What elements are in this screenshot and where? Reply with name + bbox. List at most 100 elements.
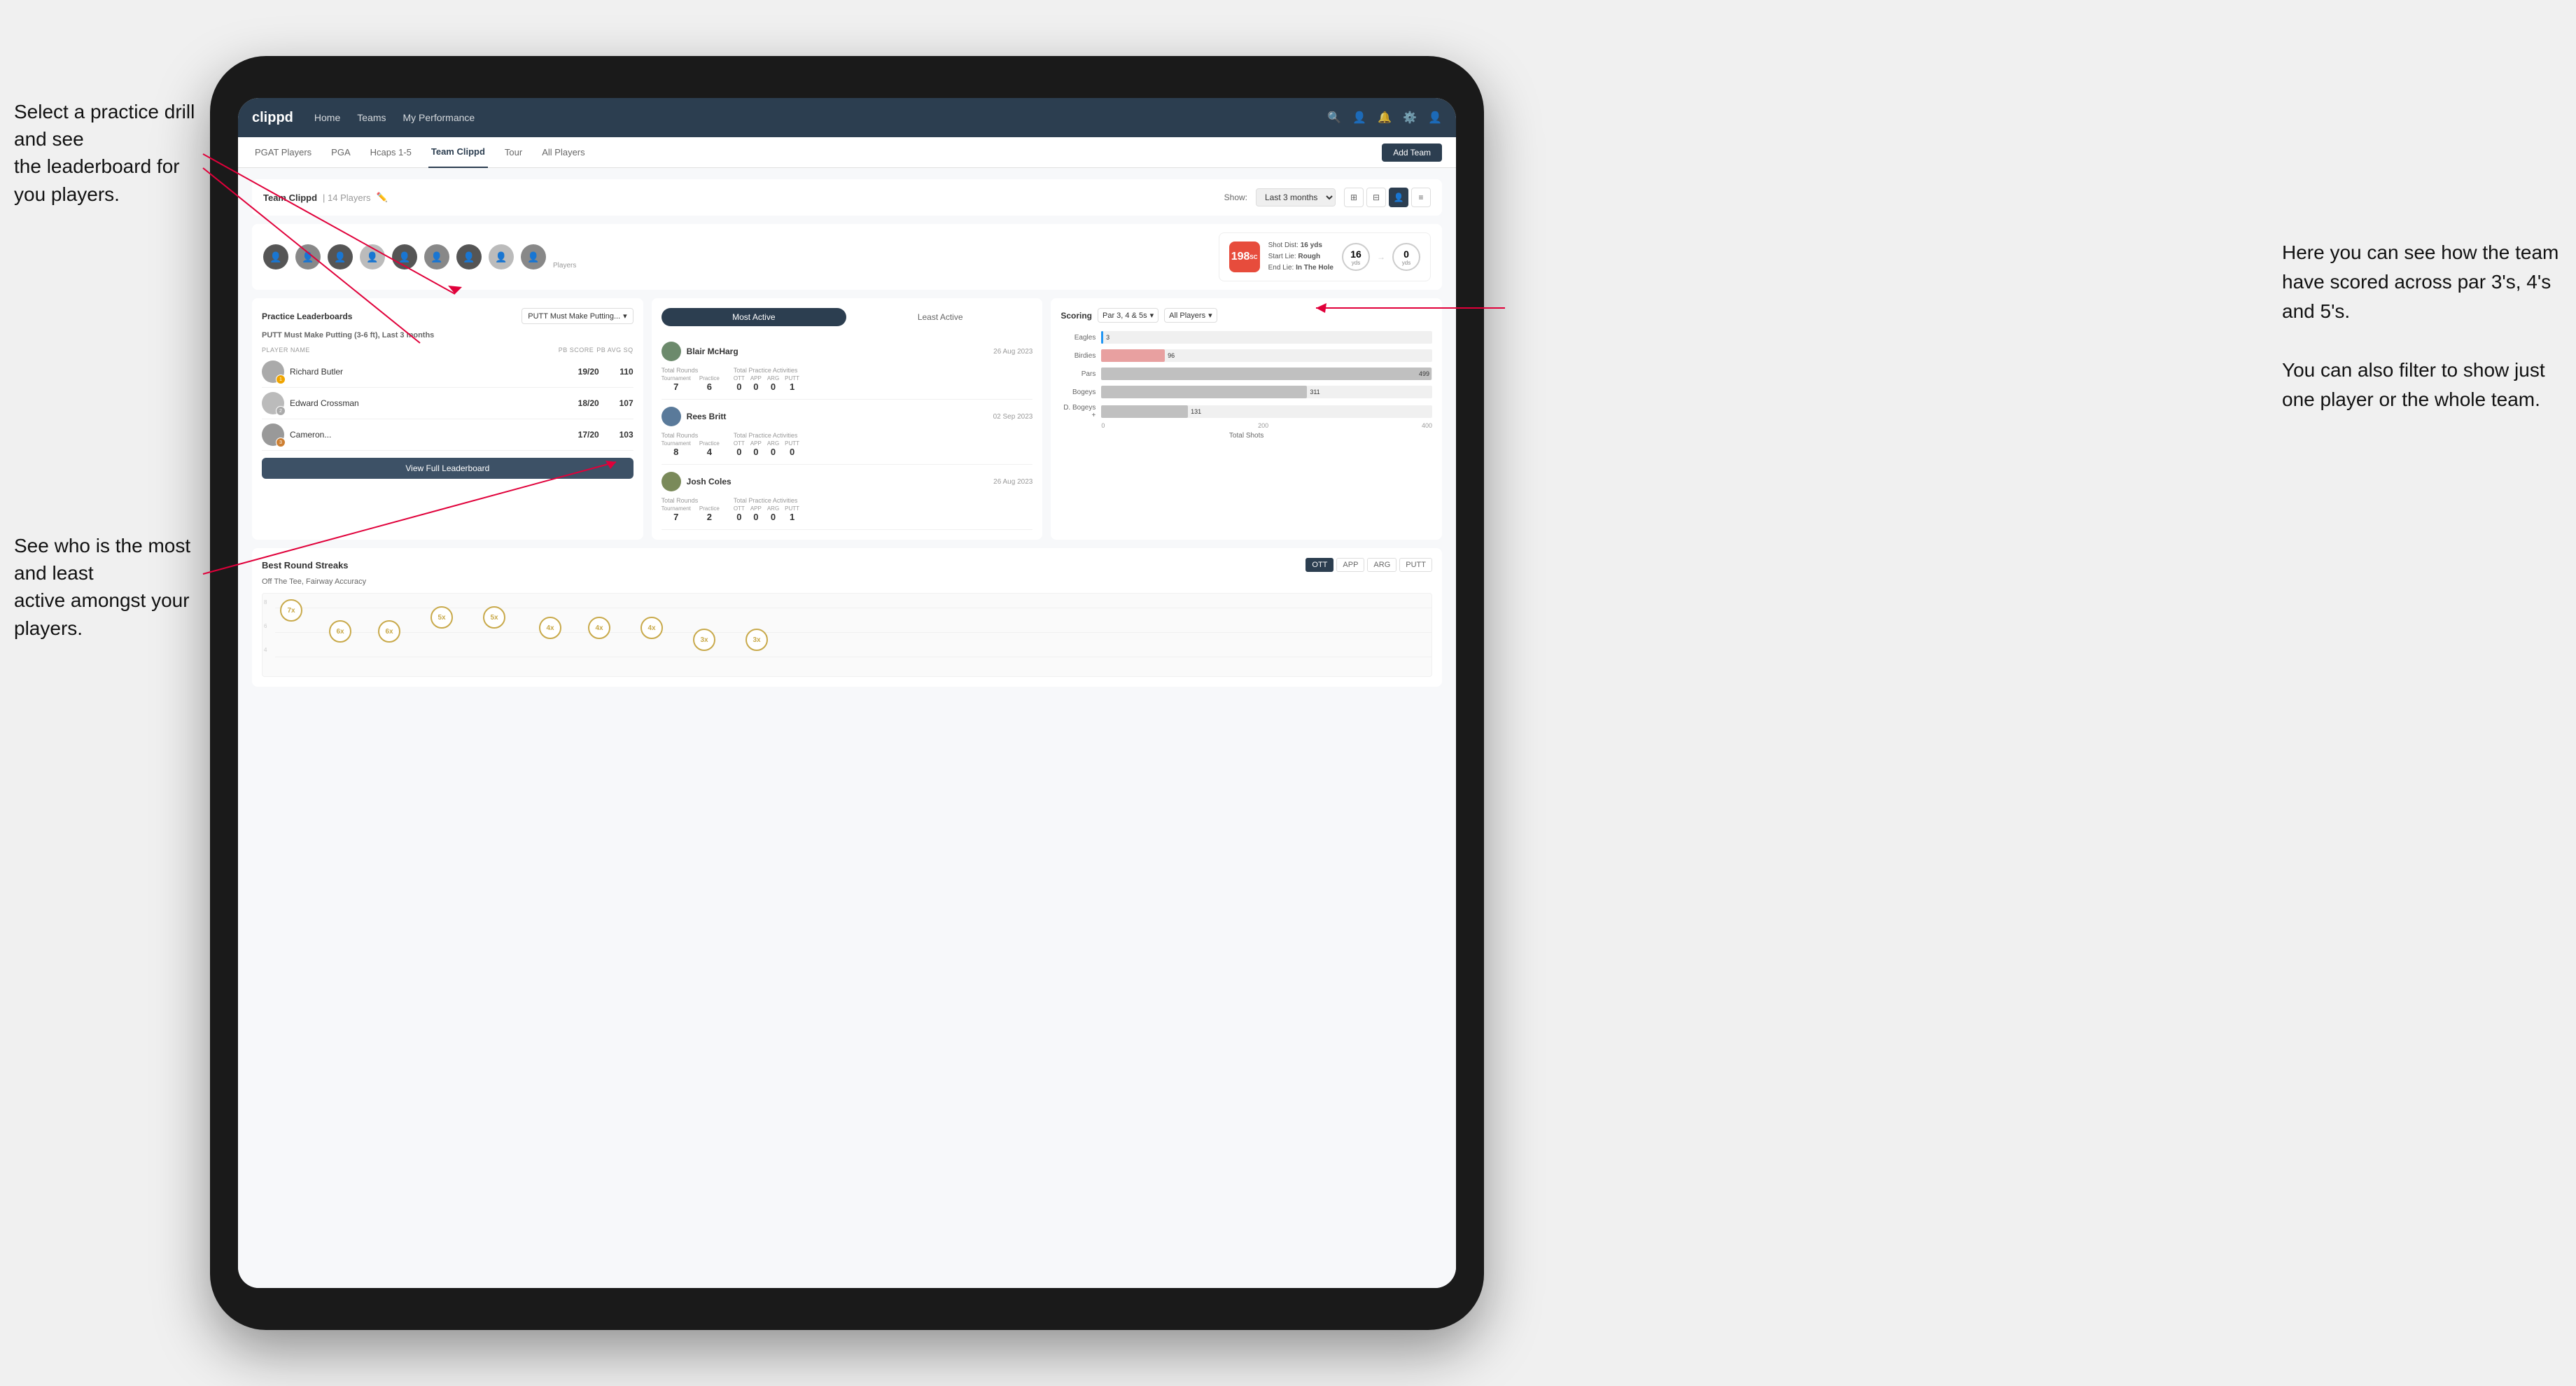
activity-avatar-3[interactable] xyxy=(662,472,681,491)
gridline-2 xyxy=(275,632,1432,633)
player-1-avatar[interactable]: 1 xyxy=(262,360,284,383)
total-practice-group: Total Practice Activities OTT 0 APP 0 xyxy=(734,367,799,392)
sub-nav-tour[interactable]: Tour xyxy=(502,137,525,168)
player-2-avatar[interactable]: 2 xyxy=(262,392,284,414)
view-full-leaderboard-button[interactable]: View Full Leaderboard xyxy=(262,458,634,479)
streak-node-9[interactable]: 3x xyxy=(693,629,715,651)
rank-badge-1: 1 xyxy=(276,374,286,384)
bar-dbogeys-value: 131 xyxy=(1191,408,1201,415)
player-avatar-8[interactable]: 👤 xyxy=(489,244,514,270)
add-team-button[interactable]: Add Team xyxy=(1382,144,1442,162)
activity-player-1: Blair McHarg 26 Aug 2023 Total Rounds To… xyxy=(662,335,1033,400)
arg-col-2: ARG 0 xyxy=(767,440,779,457)
nav-my-performance[interactable]: My Performance xyxy=(402,112,475,123)
player-avatar-7[interactable]: 👤 xyxy=(456,244,482,270)
streaks-filters: OTT APP ARG PUTT xyxy=(1306,558,1432,572)
player-count: | 14 Players xyxy=(323,192,370,203)
streaks-header: Best Round Streaks OTT APP ARG PUTT xyxy=(262,558,1432,572)
filter-app[interactable]: APP xyxy=(1336,558,1364,572)
shot-circles: 16 yds → 0 yds xyxy=(1342,243,1420,271)
edit-icon[interactable]: ✏️ xyxy=(376,192,387,203)
activity-avatar-2[interactable] xyxy=(662,407,681,426)
profile-icon[interactable]: 👤 xyxy=(1428,111,1442,125)
sub-nav-pgat[interactable]: PGAT Players xyxy=(252,137,314,168)
nav-teams[interactable]: Teams xyxy=(357,112,386,123)
annotation-right-bottom: You can also filter to show just one pla… xyxy=(2282,356,2562,414)
total-rounds-group-2: Total Rounds Tournament 8 Practice 4 xyxy=(662,432,720,457)
player-avatar-2[interactable]: 👤 xyxy=(295,244,321,270)
bar-dbogeys-track: 131 xyxy=(1101,405,1432,418)
annotation-right: Here you can see how the team have score… xyxy=(2282,238,2562,414)
streak-node-6[interactable]: 4x xyxy=(539,617,561,639)
sub-nav-hcaps[interactable]: Hcaps 1-5 xyxy=(368,137,414,168)
search-icon[interactable]: 🔍 xyxy=(1327,111,1341,125)
streak-node-4[interactable]: 5x xyxy=(430,606,453,629)
filter-ott[interactable]: OTT xyxy=(1306,558,1334,572)
players-filter-btn[interactable]: All Players ▾ xyxy=(1164,308,1217,323)
nav-home[interactable]: Home xyxy=(314,112,340,123)
player-avatar-9[interactable]: 👤 xyxy=(521,244,546,270)
show-select[interactable]: Last 3 months xyxy=(1256,188,1336,206)
sub-nav-team-clippd[interactable]: Team Clippd xyxy=(428,137,488,168)
bar-bogeys: Bogeys 311 xyxy=(1060,386,1432,398)
par-filter-btn[interactable]: Par 3, 4 & 5s ▾ xyxy=(1098,308,1158,323)
view-person-btn[interactable]: 👤 xyxy=(1389,188,1408,207)
total-rounds-label-2: Total Rounds xyxy=(662,432,720,439)
app-col-2: APP 0 xyxy=(750,440,762,457)
view-table-btn[interactable]: ⊟ xyxy=(1366,188,1386,207)
chart-x-axis: 0 200 400 xyxy=(1101,422,1432,429)
player-avatar-4[interactable]: 👤 xyxy=(360,244,385,270)
player-col-2: 👤 xyxy=(295,244,321,270)
bar-eagles-value: 3 xyxy=(1106,334,1110,341)
player-avatar-5[interactable]: 👤 xyxy=(392,244,417,270)
activity-player-2-header: Rees Britt 02 Sep 2023 xyxy=(662,407,1033,426)
total-rounds-group-3: Total Rounds Tournament 7 Practice 2 xyxy=(662,497,720,522)
bell-icon[interactable]: 🔔 xyxy=(1378,111,1392,125)
players-row: 👤 👤 👤 👤 👤 👤 xyxy=(252,224,1442,290)
tab-most-active[interactable]: Most Active xyxy=(662,308,846,326)
streaks-subtitle: Off The Tee, Fairway Accuracy xyxy=(262,578,1432,586)
streak-node-3[interactable]: 6x xyxy=(378,620,400,643)
activity-name-1: Blair McHarg xyxy=(687,346,988,356)
tab-least-active[interactable]: Least Active xyxy=(848,308,1032,326)
bar-birdies-fill xyxy=(1101,349,1165,362)
practice-col-2: Practice 4 xyxy=(699,440,720,457)
filter-arg[interactable]: ARG xyxy=(1367,558,1396,572)
drill-dropdown[interactable]: PUTT Must Make Putting... ▾ xyxy=(522,308,633,324)
streak-node-10[interactable]: 3x xyxy=(746,629,768,651)
streak-node-1[interactable]: 7x xyxy=(280,599,302,622)
sub-nav-pga[interactable]: PGA xyxy=(328,137,353,168)
streaks-card: Best Round Streaks OTT APP ARG PUTT Off … xyxy=(252,548,1442,687)
view-grid-btn[interactable]: ⊞ xyxy=(1344,188,1364,207)
bar-pars: Pars 499 xyxy=(1060,368,1432,380)
player-avatar-1[interactable]: 👤 xyxy=(263,244,288,270)
three-cols: Practice Leaderboards PUTT Must Make Put… xyxy=(252,298,1442,540)
practice-col-3: Practice 2 xyxy=(699,505,720,522)
player-3-avatar[interactable]: 3 xyxy=(262,424,284,446)
shot-circle-1: 16 yds xyxy=(1342,243,1370,271)
player-3-score: 17/20 xyxy=(575,430,603,440)
player-2-avg: 107 xyxy=(608,398,634,408)
bar-eagles-fill xyxy=(1101,331,1103,344)
player-avatar-3[interactable]: 👤 xyxy=(328,244,353,270)
bar-dbogeys: D. Bogeys + 131 xyxy=(1060,404,1432,419)
activity-stats-2: Total Rounds Tournament 8 Practice 4 xyxy=(662,432,1033,457)
activity-name-3: Josh Coles xyxy=(687,477,988,486)
streak-node-5[interactable]: 5x xyxy=(483,606,505,629)
settings-icon[interactable]: ⚙️ xyxy=(1403,111,1417,125)
practice-activities-2: OTT 0 APP 0 ARG 0 xyxy=(734,440,799,457)
bar-bogeys-fill xyxy=(1101,386,1307,398)
streak-node-2[interactable]: 6x xyxy=(329,620,351,643)
player-avatar-6[interactable]: 👤 xyxy=(424,244,449,270)
sub-nav-all-players[interactable]: All Players xyxy=(539,137,587,168)
player-1-avg: 110 xyxy=(608,367,634,377)
filter-putt[interactable]: PUTT xyxy=(1399,558,1432,572)
activity-avatar-1[interactable] xyxy=(662,342,681,361)
chart-x-title: Total Shots xyxy=(1060,432,1432,440)
leaderboard-header: Practice Leaderboards PUTT Must Make Put… xyxy=(262,308,634,324)
streak-node-8[interactable]: 4x xyxy=(640,617,663,639)
user-icon[interactable]: 👤 xyxy=(1352,111,1366,125)
streak-node-7[interactable]: 4x xyxy=(588,617,610,639)
view-list-btn[interactable]: ≡ xyxy=(1411,188,1431,207)
activity-player-3-header: Josh Coles 26 Aug 2023 xyxy=(662,472,1033,491)
